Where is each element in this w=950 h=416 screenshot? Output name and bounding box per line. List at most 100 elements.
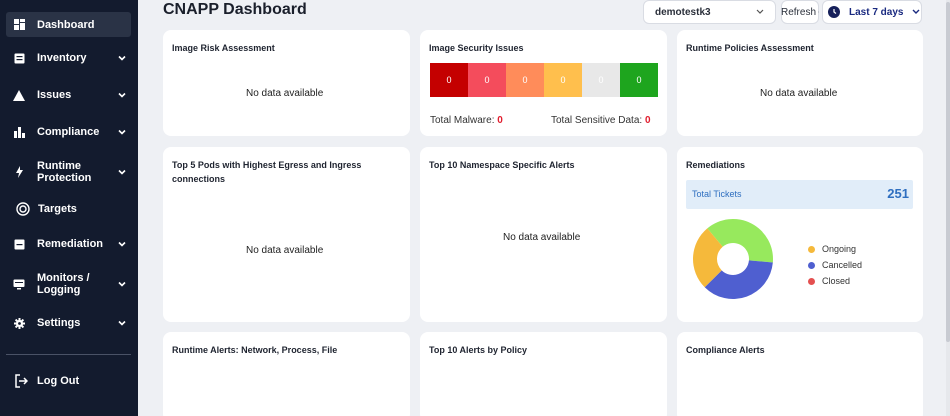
sidebar-item-compliance[interactable]: Compliance xyxy=(6,125,131,139)
logout-button[interactable]: Log Out xyxy=(6,373,131,389)
sidebar-item-label: Targets xyxy=(38,203,77,215)
chevron-down-icon xyxy=(118,320,126,326)
clipboard-icon xyxy=(13,238,25,250)
card-title: Image Risk Assessment xyxy=(172,43,275,53)
total-sensitive-label: Total Sensitive Data: xyxy=(551,115,643,126)
severity-medium[interactable]: 0 xyxy=(506,63,544,97)
chevron-down-icon xyxy=(912,9,920,14)
sidebar-item-monitors-logging[interactable]: Monitors / Logging xyxy=(6,271,131,297)
legend-label: Closed xyxy=(822,276,851,286)
legend-label: Cancelled xyxy=(822,260,863,270)
sidebar-divider xyxy=(6,354,131,355)
sidebar-item-runtime-protection[interactable]: Runtime Protection xyxy=(6,159,131,185)
image-risk-card: Image Risk Assessment No data available xyxy=(163,30,410,136)
card-title: Image Security Issues xyxy=(429,43,524,53)
sidebar-item-remediation[interactable]: Remediation xyxy=(6,237,131,251)
legend-item-ongoing[interactable]: Ongoing xyxy=(808,244,856,254)
target-icon xyxy=(16,202,30,216)
sidebar-item-label: Dashboard xyxy=(37,18,95,31)
empty-state: No data available xyxy=(503,232,581,243)
severity-unknown[interactable]: 0 xyxy=(582,63,620,97)
total-malware-label: Total Malware: xyxy=(430,115,495,126)
sidebar-item-label: Settings xyxy=(37,317,81,329)
runtime-alerts-card: Runtime Alerts: Network, Process, File xyxy=(163,332,410,416)
gear-icon xyxy=(13,317,25,329)
sidebar-item-label: Monitors / Logging xyxy=(37,272,90,296)
image-security-card: Image Security Issues 0 0 0 0 0 0 Total … xyxy=(420,30,667,136)
page-scrollbar[interactable] xyxy=(946,0,950,416)
severity-count: 0 xyxy=(636,75,642,85)
chevron-down-icon xyxy=(118,281,126,287)
chevron-down-icon xyxy=(118,241,126,247)
severity-count: 0 xyxy=(522,75,528,85)
sidebar-item-settings[interactable]: Settings xyxy=(6,316,131,330)
legend-dot xyxy=(808,245,815,253)
remediations-donut xyxy=(693,219,773,299)
bolt-icon xyxy=(13,166,25,178)
legend-label: Ongoing xyxy=(822,244,857,254)
severity-count: 0 xyxy=(446,75,452,85)
namespace-alerts-card: Top 10 Namespace Specific Alerts No data… xyxy=(420,147,667,322)
sidebar-item-targets[interactable]: Targets xyxy=(6,202,131,216)
legend-item-closed[interactable]: Closed xyxy=(808,276,850,286)
runtime-policies-card: Runtime Policies Assessment No data avai… xyxy=(677,30,923,136)
severity-critical[interactable]: 0 xyxy=(430,63,468,97)
total-sensitive-data: Total Sensitive Data: 0 xyxy=(551,115,651,126)
sidebar-item-label: Inventory xyxy=(37,52,87,64)
sidebar-item-label: Runtime Protection xyxy=(37,160,92,184)
card-title: Compliance Alerts xyxy=(686,345,765,355)
chevron-down-icon xyxy=(756,9,764,14)
inventory-icon xyxy=(13,52,25,64)
refresh-button-content[interactable]: Refresh xyxy=(781,0,819,24)
logout-icon xyxy=(14,374,28,388)
sidebar-item-issues[interactable]: Issues xyxy=(6,88,131,102)
total-malware: Total Malware: 0 xyxy=(430,115,503,126)
dashboard-icon xyxy=(13,19,25,31)
tenant-select[interactable]: demotestk3 xyxy=(643,0,776,24)
empty-state: No data available xyxy=(246,245,324,256)
card-title: Top 10 Alerts by Policy xyxy=(429,345,528,355)
chevron-down-icon xyxy=(118,129,126,135)
date-range-select[interactable]: Last 7 days xyxy=(822,0,922,24)
chevron-down-icon xyxy=(118,92,126,98)
severity-count: 0 xyxy=(484,75,490,85)
alerts-by-policy-card: Top 10 Alerts by Policy xyxy=(420,332,667,416)
severity-high[interactable]: 0 xyxy=(468,63,506,97)
card-title: Top 10 Namespace Specific Alerts xyxy=(429,160,575,170)
severity-low[interactable]: 0 xyxy=(544,63,582,97)
clock-icon xyxy=(828,6,840,18)
date-range-value: Last 7 days xyxy=(849,6,904,18)
chevron-down-icon xyxy=(118,169,126,175)
page-title: CNAPP Dashboard xyxy=(163,1,307,18)
top-pods-card: Top 5 Pods with Highest Egress and Ingre… xyxy=(163,147,410,322)
total-malware-value: 0 xyxy=(497,115,503,126)
card-title: Runtime Policies Assessment xyxy=(686,43,814,53)
sidebar-item-inventory[interactable]: Inventory xyxy=(6,51,131,65)
remediations-card: Remediations Total Tickets 251 Ongoing C… xyxy=(677,147,923,322)
sidebar-item-dashboard[interactable]: Dashboard xyxy=(6,12,131,37)
legend-dot xyxy=(808,277,815,285)
sidebar-item-label: Compliance xyxy=(37,126,100,138)
refresh-icon xyxy=(818,11,819,13)
legend-item-cancelled[interactable]: Cancelled xyxy=(808,260,862,270)
severity-count: 0 xyxy=(598,75,604,85)
total-sensitive-value: 0 xyxy=(644,115,651,126)
card-title: Remediations xyxy=(686,160,746,170)
sidebar-item-label: Issues xyxy=(37,89,72,101)
total-tickets-label: Total Tickets xyxy=(692,189,742,199)
empty-state: No data available xyxy=(760,88,838,99)
total-tickets[interactable]: Total Tickets 251 xyxy=(686,180,913,209)
card-title: Top 5 Pods with Highest Egress and Ingre… xyxy=(172,160,362,184)
warning-icon xyxy=(13,89,25,101)
sidebar: Dashboard Inventory Issues Compliance Ru… xyxy=(0,0,138,416)
tenant-select-value: demotestk3 xyxy=(655,6,711,18)
severity-bar: 0 0 0 0 0 0 xyxy=(430,63,658,97)
severity-count: 0 xyxy=(560,75,566,85)
severity-negligible[interactable]: 0 xyxy=(620,63,658,97)
scrollbar-thumb[interactable] xyxy=(946,2,950,342)
sidebar-item-label: Remediation xyxy=(37,238,104,250)
logout-label: Log Out xyxy=(37,375,80,387)
monitor-icon xyxy=(13,278,25,290)
compliance-alerts-card: Compliance Alerts xyxy=(677,332,923,416)
chevron-down-icon xyxy=(118,55,126,61)
